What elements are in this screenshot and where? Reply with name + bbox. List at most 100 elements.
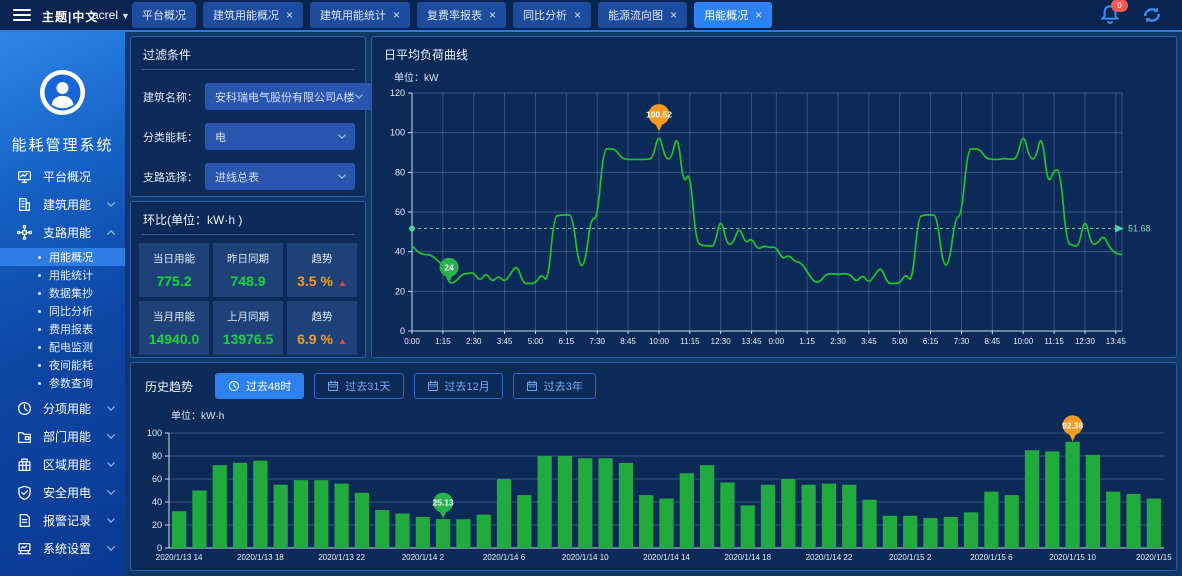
tab[interactable]: 平台概况 xyxy=(132,2,196,28)
bullet-dot xyxy=(38,256,41,259)
sidebar-subitem[interactable]: 夜间能耗 xyxy=(0,356,125,374)
bar xyxy=(598,458,612,548)
axis-tick-label: 6:15 xyxy=(923,337,939,346)
tab-close-icon[interactable]: × xyxy=(393,9,400,21)
axis-tick-label: 2020/1/14 10 xyxy=(562,553,609,562)
bar xyxy=(944,517,958,548)
stat-value: 14940.0 xyxy=(149,331,200,347)
tab-close-icon[interactable]: × xyxy=(755,9,762,21)
tab-close-icon[interactable]: × xyxy=(489,9,496,21)
tab[interactable]: 复费率报表× xyxy=(417,2,506,28)
tab-close-icon[interactable]: × xyxy=(670,9,677,21)
bar xyxy=(964,512,978,548)
bullet-dot xyxy=(38,310,41,313)
tab-label: 建筑用能统计 xyxy=(320,7,386,23)
sidebar-subitem[interactable]: 用能概况 xyxy=(0,248,125,266)
filter-field-row: 分类能耗：电 xyxy=(143,123,355,150)
sidebar: 能耗管理系统 平台概况建筑用能支路用能用能概况用能统计数据集抄同比分析费用报表配… xyxy=(0,32,125,576)
sidebar-item-label: 平台概况 xyxy=(43,168,91,185)
sidebar-item[interactable]: 分项用能 xyxy=(0,394,125,422)
sidebar-item-label: 安全用电 xyxy=(43,484,91,501)
filter-panel: 过滤条件 建筑名称：安科瑞电气股份有限公司A楼分类能耗：电支路选择：进线总表 xyxy=(130,36,366,197)
sidebar-subitem[interactable]: 参数查询 xyxy=(0,374,125,392)
refresh-button[interactable] xyxy=(1140,3,1164,27)
range-button-label: 过去48时 xyxy=(246,378,291,394)
filter-dropdown[interactable]: 安科瑞电气股份有限公司A楼 xyxy=(205,83,372,110)
sidebar-item[interactable]: 报警记录 xyxy=(0,506,125,534)
axis-tick-label: 2020/1/15 6 xyxy=(970,553,1013,562)
average-arrow xyxy=(1115,225,1124,233)
axis-tick-label: 7:30 xyxy=(954,337,970,346)
tab[interactable]: 同比分析 × xyxy=(513,2,591,28)
bar xyxy=(802,485,816,548)
stat-cell: 趋势6.9 %▲ xyxy=(287,301,357,355)
tab-label: 同比分析 xyxy=(523,7,567,23)
sidebar-subitem[interactable]: 配电监测 xyxy=(0,338,125,356)
hamburger-menu-icon[interactable] xyxy=(13,9,31,21)
history-title: 历史趋势 xyxy=(145,378,193,395)
filter-dropdown[interactable]: 进线总表 xyxy=(205,163,355,190)
bar xyxy=(274,485,288,548)
axis-tick-label: 2020/1/13 14 xyxy=(156,553,203,562)
load-curve-panel: 日平均负荷曲线 单位：kW 0204060801001200:001:152:3… xyxy=(371,36,1177,358)
bar xyxy=(375,510,389,548)
history-bar-chart: 0204060801002020/1/13 142020/1/13 182020… xyxy=(139,421,1170,566)
tab-bar: 平台概况建筑用能概况×建筑用能统计×复费率报表×同比分析×能源流向图×用能概况× xyxy=(132,0,772,30)
filter-dropdown[interactable]: 电 xyxy=(205,123,355,150)
stat-cell: 趋势3.5 %▲ xyxy=(287,243,357,297)
bar xyxy=(1106,492,1120,548)
sidebar-item[interactable]: 系统设置 xyxy=(0,534,125,562)
divider xyxy=(141,69,355,70)
bar xyxy=(883,516,897,548)
tab[interactable]: 用能概况× xyxy=(694,2,772,28)
tab-close-icon[interactable]: × xyxy=(286,9,293,21)
sidebar-item[interactable]: 平台概况 xyxy=(0,162,125,190)
notification-bell-button[interactable]: 0 xyxy=(1098,3,1122,27)
axis-tick-label: 2020/1/14 14 xyxy=(643,553,690,562)
range-button[interactable]: 过去3年 xyxy=(513,373,596,399)
tab-close-icon[interactable]: × xyxy=(574,9,581,21)
bullet-dot xyxy=(38,274,41,277)
average-label: 51.68 xyxy=(1128,224,1151,234)
tab[interactable]: 建筑用能统计 × xyxy=(310,2,410,28)
divider xyxy=(141,234,355,235)
range-button[interactable]: 过去48时 xyxy=(215,373,304,399)
bar xyxy=(923,518,937,548)
marker-value: 92.38 xyxy=(1062,420,1084,430)
sidebar-item-label: 部门用能 xyxy=(43,428,91,445)
sidebar-subitem-label: 同比分析 xyxy=(49,303,93,319)
bar xyxy=(761,485,775,548)
chevron-down-icon xyxy=(337,173,347,180)
sidebar-item[interactable]: 区域用能 xyxy=(0,450,125,478)
theme-language-label[interactable]: 主题|中文 xyxy=(42,8,98,25)
app-title: 能耗管理系统 xyxy=(0,134,125,155)
sidebar-subitem[interactable]: 同比分析 xyxy=(0,302,125,320)
axis-tick-label: 60 xyxy=(395,207,405,217)
energy-dashboard: 主题|中文 acrel▼ 平台概况建筑用能概况×建筑用能统计×复费率报表×同比分… xyxy=(0,0,1182,576)
sidebar-subitem[interactable]: 用能统计 xyxy=(0,266,125,284)
sidebar-subitem[interactable]: 数据集抄 xyxy=(0,284,125,302)
bar xyxy=(741,505,755,548)
axis-tick-label: 120 xyxy=(390,88,405,98)
axis-tick-label: 6:15 xyxy=(559,337,575,346)
range-button[interactable]: 过去12月 xyxy=(414,373,503,399)
stat-label: 当日用能 xyxy=(153,251,195,266)
axis-tick-label: 2020/1/15 xyxy=(1136,553,1172,562)
max-marker: 100.52 xyxy=(646,104,672,131)
bar xyxy=(395,514,409,549)
tab[interactable]: 建筑用能概况× xyxy=(203,2,303,28)
top-icons: 0 xyxy=(1098,3,1164,27)
sidebar-item[interactable]: 部门用能 xyxy=(0,422,125,450)
axis-tick-label: 7:30 xyxy=(589,337,605,346)
sidebar-submenu: 用能概况用能统计数据集抄同比分析费用报表配电监测夜间能耗参数查询 xyxy=(0,246,125,394)
sidebar-item[interactable]: 支路用能 xyxy=(0,218,125,246)
sidebar-item[interactable]: 建筑用能 xyxy=(0,190,125,218)
sidebar-item-label: 系统设置 xyxy=(43,540,91,557)
range-button[interactable]: 过去31天 xyxy=(314,373,403,399)
bar xyxy=(720,482,734,548)
sidebar-subitem[interactable]: 费用报表 xyxy=(0,320,125,338)
sidebar-item[interactable]: 安全用电 xyxy=(0,478,125,506)
sidebar-item-label: 分项用能 xyxy=(43,400,91,417)
user-menu[interactable]: acrel▼ xyxy=(92,8,130,22)
tab[interactable]: 能源流向图× xyxy=(598,2,687,28)
